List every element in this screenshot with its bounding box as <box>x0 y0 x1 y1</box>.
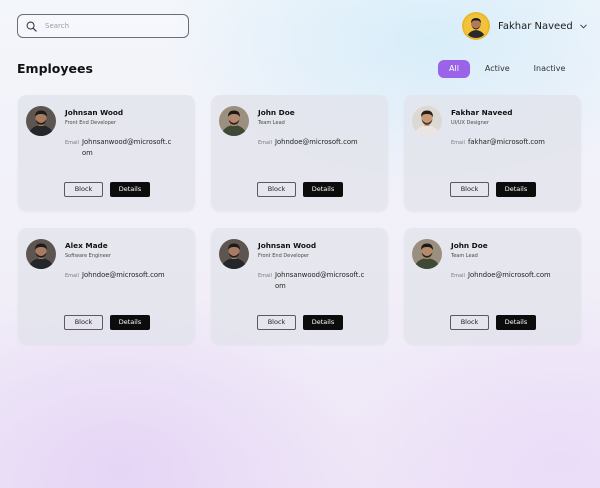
employee-email: fakhar@microsoft.com <box>468 138 545 146</box>
employee-card: Alex Made Software Engineer Email Johndo… <box>18 228 195 344</box>
employee-name: John Doe <box>451 241 488 250</box>
email-label: Email <box>258 140 272 146</box>
employee-avatar <box>26 106 56 136</box>
employee-card: Johnsan Wood Front End Developer Email J… <box>18 95 195 211</box>
email-label: Email <box>451 140 465 146</box>
employee-card: John Doe Team Lead Email Johndoe@microso… <box>404 228 581 344</box>
filter-tabs: All Active Inactive <box>438 60 574 78</box>
employee-role: Software Engineer <box>65 253 111 259</box>
block-button[interactable]: Block <box>450 315 489 330</box>
employee-role: Front End Developer <box>65 120 117 126</box>
block-button[interactable]: Block <box>450 182 489 197</box>
email-label: Email <box>65 140 79 146</box>
employee-email: Johnsanwood@microsoft.com <box>82 138 172 157</box>
search-icon <box>26 21 37 32</box>
filter-all[interactable]: All <box>438 60 470 78</box>
employee-card: Johnsan Wood Front End Developer Email J… <box>211 228 388 344</box>
employee-role: Front End Developer <box>258 253 310 259</box>
employee-avatar <box>219 106 249 136</box>
employee-grid: Johnsan Wood Front End Developer Email J… <box>18 95 582 347</box>
employee-avatar <box>412 106 442 136</box>
email-label: Email <box>451 273 465 279</box>
employee-name: Fakhar Naveed <box>451 108 513 117</box>
details-button[interactable]: Details <box>496 182 536 197</box>
details-button[interactable]: Details <box>110 182 150 197</box>
employee-email: Johndoe@microsoft.com <box>82 271 165 279</box>
chevron-down-icon <box>579 24 587 29</box>
employee-role: UI/UX Designer <box>451 120 489 126</box>
details-button[interactable]: Details <box>303 315 343 330</box>
block-button[interactable]: Block <box>64 182 103 197</box>
details-button[interactable]: Details <box>110 315 150 330</box>
employee-email: Johndoe@microsoft.com <box>275 138 358 146</box>
employee-card: Fakhar Naveed UI/UX Designer Email fakha… <box>404 95 581 211</box>
search-input[interactable] <box>45 22 185 30</box>
employee-role: Team Lead <box>451 253 478 259</box>
email-label: Email <box>65 273 79 279</box>
employee-email: Johnsanwood@microsoft.com <box>275 271 365 290</box>
block-button[interactable]: Block <box>64 315 103 330</box>
employee-avatar <box>219 239 249 269</box>
employee-avatar <box>26 239 56 269</box>
employee-name: John Doe <box>258 108 295 117</box>
email-label: Email <box>258 273 272 279</box>
page-title: Employees <box>17 61 93 76</box>
details-button[interactable]: Details <box>303 182 343 197</box>
block-button[interactable]: Block <box>257 315 296 330</box>
employee-name: Johnsan Wood <box>258 241 317 250</box>
user-menu[interactable]: Fakhar Naveed <box>462 11 588 41</box>
filter-inactive[interactable]: Inactive <box>525 60 575 78</box>
employee-avatar <box>412 239 442 269</box>
user-name: Fakhar Naveed <box>498 20 573 32</box>
search-box[interactable] <box>17 14 189 38</box>
employee-email: Johndoe@microsoft.com <box>468 271 551 279</box>
filter-active[interactable]: Active <box>476 60 519 78</box>
details-button[interactable]: Details <box>496 315 536 330</box>
employee-role: Team Lead <box>258 120 285 126</box>
block-button[interactable]: Block <box>257 182 296 197</box>
employee-name: Johnsan Wood <box>65 108 124 117</box>
user-avatar <box>462 12 490 40</box>
employee-name: Alex Made <box>65 241 108 250</box>
employee-card: John Doe Team Lead Email Johndoe@microso… <box>211 95 388 211</box>
